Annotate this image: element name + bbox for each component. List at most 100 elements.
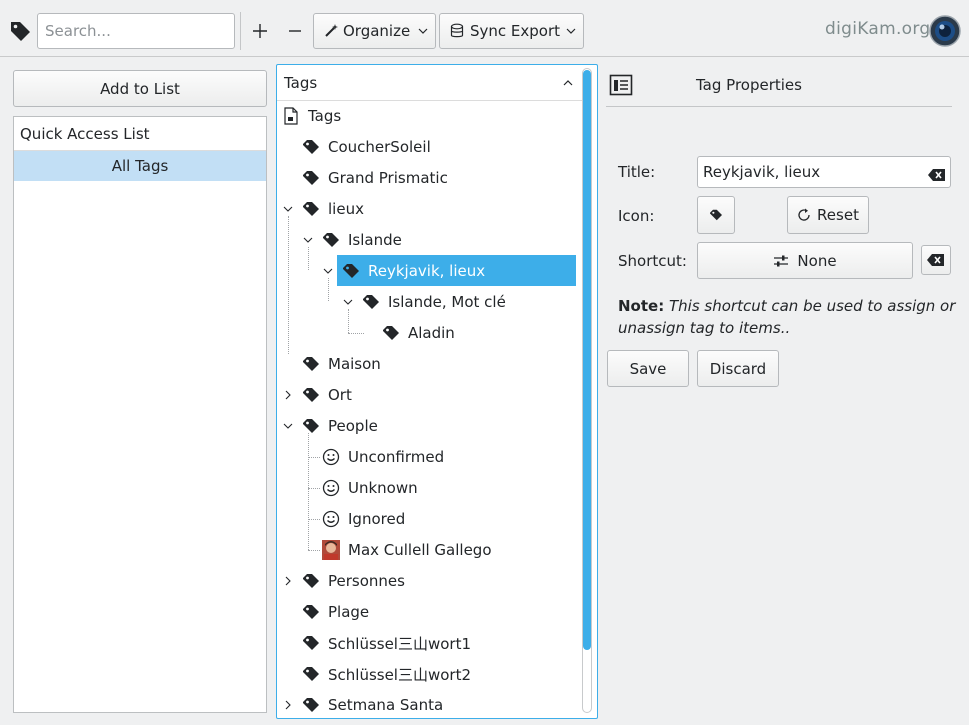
- tag-icon: [302, 634, 320, 652]
- tree-item-ignored[interactable]: Ignored: [322, 505, 405, 533]
- sliders-icon: [774, 255, 789, 266]
- properties-panel-icon[interactable]: [609, 73, 633, 97]
- tree-item-max-cullell-gallego[interactable]: Max Cullell Gallego: [322, 536, 492, 564]
- icon-label: Icon:: [618, 207, 655, 225]
- discard-label: Discard: [709, 359, 767, 378]
- tree-root-label: Tags: [308, 107, 342, 125]
- plus-icon: [253, 24, 267, 38]
- expand-chevron-right-icon[interactable]: [282, 699, 294, 711]
- tree-item-ort[interactable]: Ort: [302, 381, 352, 409]
- reset-icon-button[interactable]: Reset: [787, 196, 869, 234]
- tree-item-aladin[interactable]: Aladin: [382, 319, 455, 347]
- shortcut-label: Shortcut:: [618, 252, 687, 270]
- tree-guide-line: [308, 488, 320, 489]
- expand-chevron-right-icon[interactable]: [282, 575, 294, 587]
- tag-icon: [302, 696, 320, 714]
- note-bold: Note:: [618, 297, 665, 315]
- tree-guide-line: [308, 519, 320, 520]
- clear-shortcut-button[interactable]: [921, 245, 951, 275]
- tree-item-islande-mot-cle[interactable]: Islande, Mot clé: [362, 288, 506, 316]
- organize-label: Organize: [343, 22, 411, 40]
- remove-tag-button[interactable]: [284, 20, 306, 42]
- tree-item-unknown[interactable]: Unknown: [322, 474, 418, 502]
- icon-picker-button[interactable]: [697, 196, 735, 234]
- tag-filter-icon[interactable]: [9, 20, 33, 42]
- expand-chevron-down-icon[interactable]: [282, 203, 294, 215]
- tree-guide-line: [308, 247, 309, 270]
- title-label: Title:: [618, 163, 656, 181]
- wand-icon: [325, 24, 338, 37]
- tree-guide-line: [308, 433, 309, 550]
- tree-guide-line: [308, 550, 320, 551]
- tree-root-row[interactable]: Tags: [282, 102, 341, 130]
- chevron-down-icon: [418, 28, 428, 34]
- tree-item-lieux[interactable]: lieux: [302, 195, 364, 223]
- note-line-2: unassign tag to items..: [618, 319, 791, 337]
- title-value: Reykjavik, lieux: [703, 163, 821, 181]
- digikam-logo-icon[interactable]: [929, 15, 961, 47]
- tag-icon: [302, 355, 320, 373]
- tree-item-personnes[interactable]: Personnes: [302, 567, 405, 595]
- quick-access-item-all-tags[interactable]: All Tags: [14, 151, 266, 181]
- toolbar-separator: [240, 12, 241, 50]
- expand-chevron-right-icon[interactable]: [282, 389, 294, 401]
- tree-item-label: lieux: [328, 200, 364, 218]
- shortcut-button[interactable]: None: [697, 242, 913, 279]
- search-input[interactable]: [37, 13, 235, 49]
- brand-text[interactable]: digiKam.org: [825, 19, 930, 39]
- clear-text-icon[interactable]: [928, 168, 946, 182]
- quick-access-panel: [13, 116, 267, 713]
- save-button[interactable]: Save: [607, 350, 689, 387]
- tree-guide-line: [308, 457, 320, 458]
- smiley-icon: [322, 479, 340, 497]
- tag-icon: [302, 572, 320, 590]
- tag-icon: [710, 209, 722, 221]
- tree-item-label: Ort: [328, 386, 352, 404]
- quick-access-header: Quick Access List: [14, 117, 266, 151]
- chevron-down-icon: [566, 28, 576, 34]
- tree-header-label: Tags: [284, 73, 318, 92]
- tree-item-label: Schlüssel三山wort1: [328, 634, 472, 653]
- tree-item-label: Grand Prismatic: [328, 169, 448, 187]
- tree-header[interactable]: Tags: [277, 65, 583, 101]
- tree-item-plage[interactable]: Plage: [302, 598, 369, 626]
- tree-scrollbar-thumb[interactable]: [583, 70, 591, 650]
- document-tag-icon: [282, 107, 300, 125]
- tree-item-label: Plage: [328, 603, 370, 621]
- tree-item-label: Setmana Santa: [328, 696, 444, 714]
- note-line-1: This shortcut can be used to assign or: [668, 297, 956, 315]
- tree-item-label: Islande, Mot clé: [388, 293, 506, 311]
- tree-item-grand-prismatic[interactable]: Grand Prismatic: [302, 164, 448, 192]
- tree-item-setmana-santa[interactable]: Setmana Santa: [302, 691, 443, 719]
- discard-button[interactable]: Discard: [697, 350, 779, 387]
- tree-item-label: Personnes: [328, 572, 405, 590]
- expand-chevron-down-icon[interactable]: [302, 234, 314, 246]
- tree-item-label: Islande: [348, 231, 402, 249]
- add-to-list-button[interactable]: Add to List: [13, 70, 267, 107]
- tree-item-reykjavik-selected[interactable]: Reykjavik, lieux: [337, 255, 576, 286]
- tree-guide-line: [348, 333, 364, 334]
- organize-button[interactable]: Organize: [313, 13, 436, 49]
- tree-item-schlussel-wort2[interactable]: Schlüssel三山wort2: [302, 660, 471, 688]
- tag-icon: [382, 324, 400, 342]
- tag-icon: [302, 603, 320, 621]
- title-field[interactable]: Reykjavik, lieux: [697, 156, 951, 188]
- face-thumbnail: [322, 540, 340, 560]
- tag-icon: [302, 169, 320, 187]
- tree-item-unconfirmed[interactable]: Unconfirmed: [322, 443, 444, 471]
- add-tag-button[interactable]: [249, 20, 271, 42]
- expand-chevron-down-icon[interactable]: [282, 420, 294, 432]
- tree-item-coucher-soleil[interactable]: CoucherSoleil: [302, 133, 431, 161]
- expand-chevron-down-icon[interactable]: [322, 265, 334, 277]
- tree-item-schlussel-wort1[interactable]: Schlüssel三山wort1: [302, 629, 471, 657]
- tree-item-people[interactable]: People: [302, 412, 378, 440]
- tree-item-label: Ignored: [348, 510, 406, 528]
- tree-item-islande[interactable]: Islande: [322, 226, 402, 254]
- expand-chevron-down-icon[interactable]: [342, 296, 354, 308]
- tag-icon: [302, 386, 320, 404]
- tree-item-maison[interactable]: Maison: [302, 350, 381, 378]
- tree-item-label: Schlüssel三山wort2: [328, 665, 472, 684]
- sync-export-button[interactable]: Sync Export: [439, 13, 584, 49]
- tree-guide-line: [288, 216, 289, 354]
- chevron-up-icon[interactable]: [562, 77, 574, 89]
